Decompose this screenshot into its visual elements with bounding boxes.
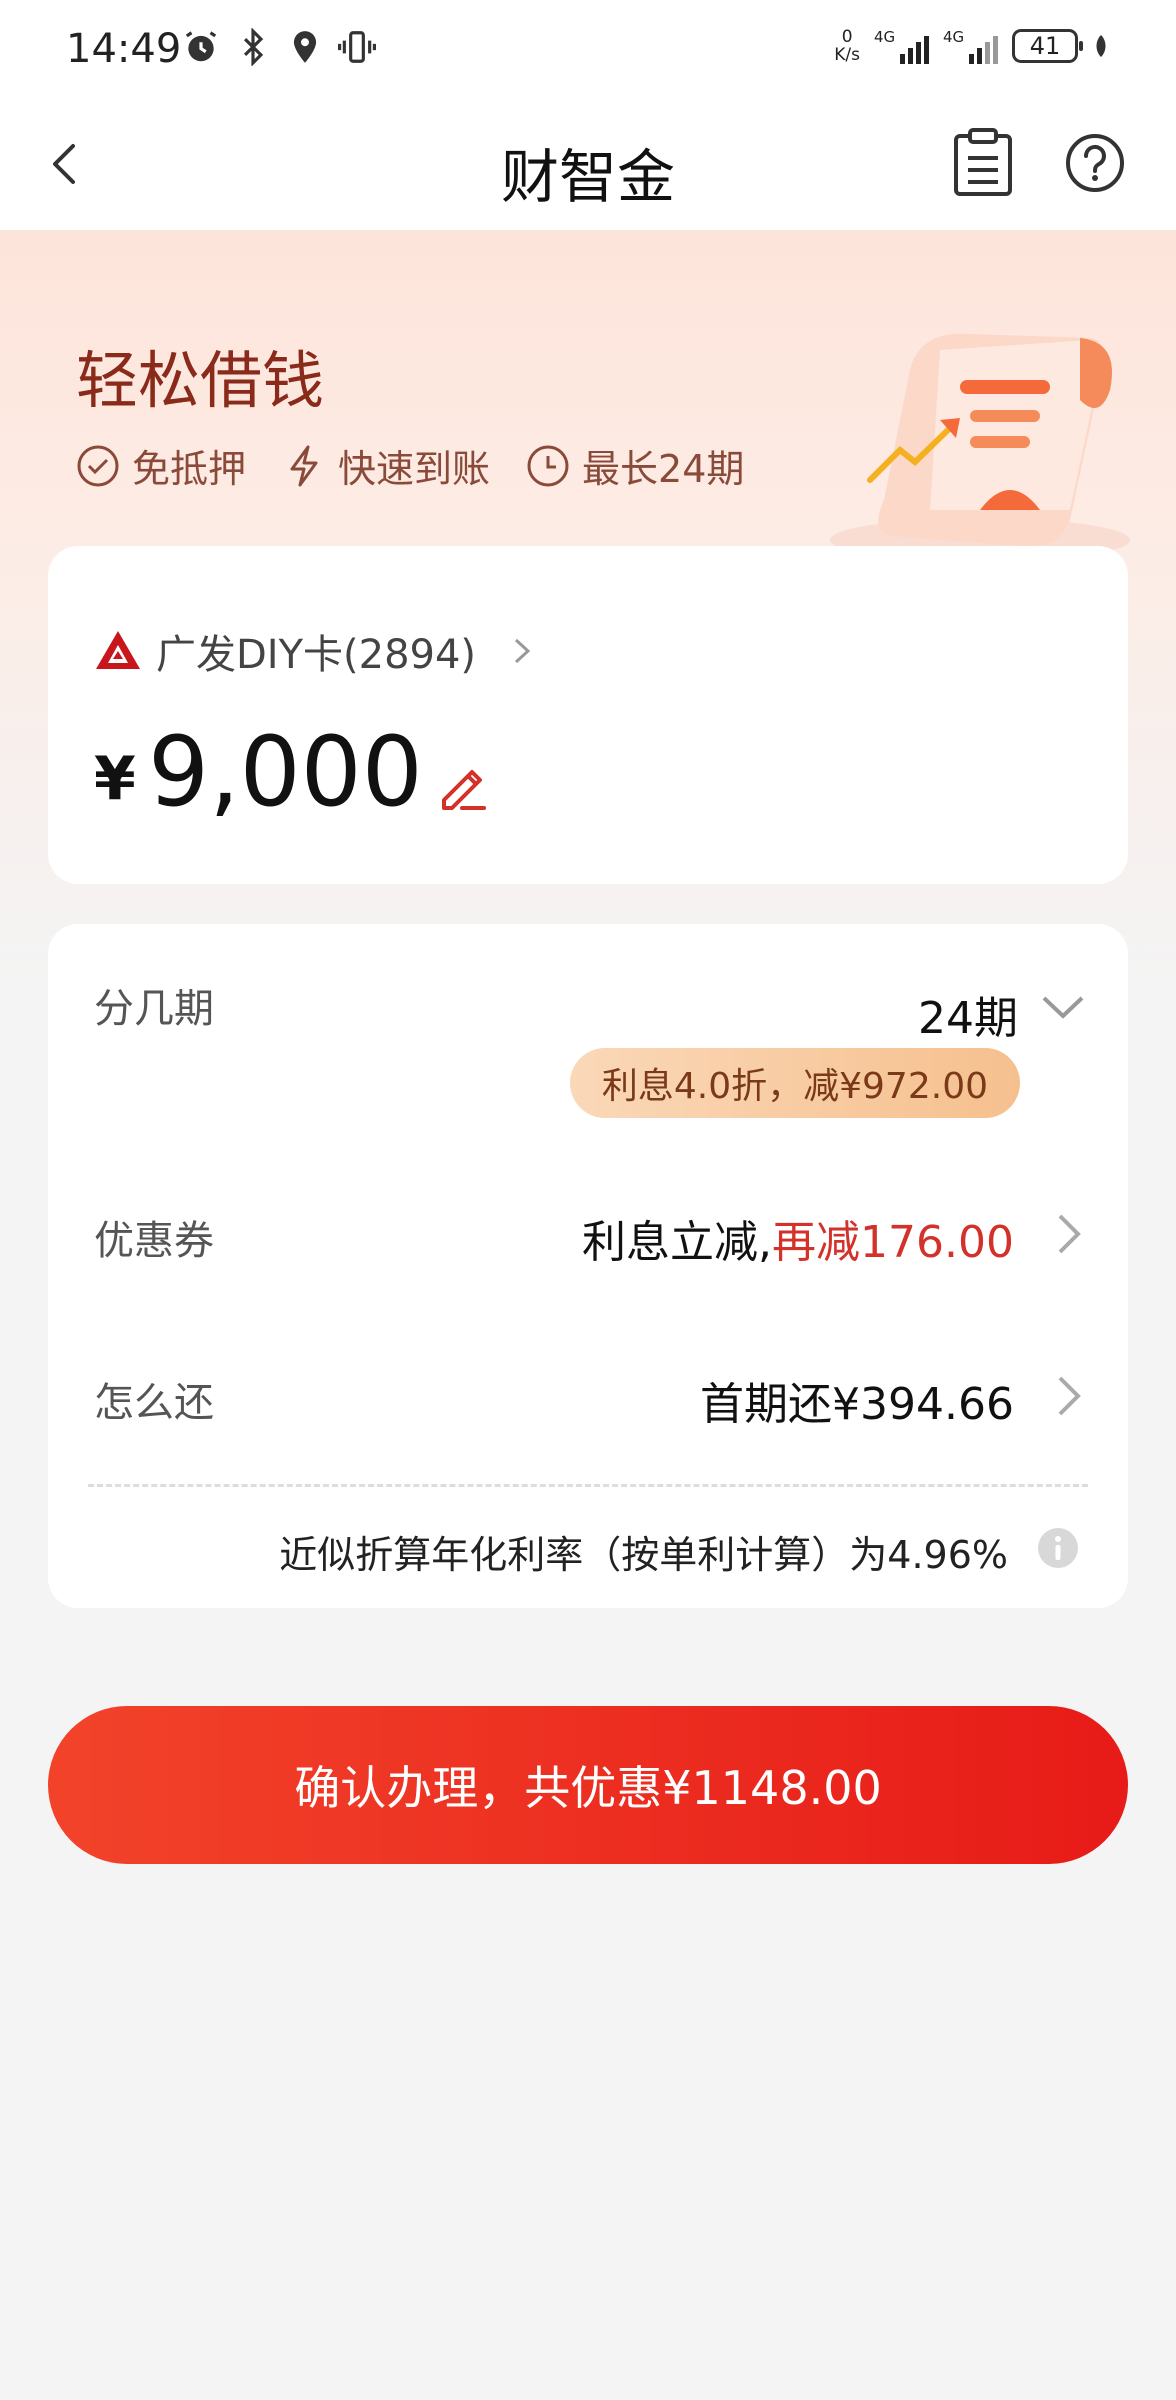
loan-amount: 9,000 bbox=[148, 716, 423, 828]
term-value[interactable]: 24期 bbox=[918, 982, 1018, 1046]
clock-icon bbox=[527, 445, 569, 486]
chevron-right-icon[interactable] bbox=[1054, 1374, 1084, 1418]
hero-title: 轻松借钱 bbox=[76, 344, 325, 417]
hero-features: 免抵押 快速到账 最长24期 bbox=[76, 438, 744, 493]
coupon-label: 优惠券 bbox=[94, 1218, 214, 1264]
bill-illustration bbox=[830, 333, 1130, 562]
term-label: 分几期 bbox=[94, 986, 214, 1032]
net-speed-unit: K/s bbox=[834, 45, 860, 65]
feature-label: 最长24期 bbox=[582, 447, 745, 491]
confirm-button[interactable]: 确认办理，共优惠¥1148.00 bbox=[48, 1706, 1128, 1864]
feature-label: 免抵押 bbox=[132, 447, 247, 491]
network-speed: 0 K/s bbox=[834, 28, 860, 64]
bluetooth-icon bbox=[243, 28, 264, 66]
battery-icon: 41 bbox=[1012, 29, 1083, 63]
bank-logo-icon bbox=[96, 631, 140, 669]
info-icon[interactable] bbox=[1036, 1526, 1080, 1570]
status-right: 0 K/s 4G 4G 41 bbox=[834, 28, 1110, 64]
repayment-value: 首期还¥394.66 bbox=[700, 1379, 1014, 1430]
currency-symbol: ¥ bbox=[94, 744, 136, 814]
repayment-label: 怎么还 bbox=[94, 1380, 214, 1426]
rate-info-card: 近似折算年化利率（按单利计算）为4.96% bbox=[48, 1484, 1128, 1608]
lightning-icon bbox=[290, 445, 318, 486]
amount-card: 广发DIY卡(2894) ¥ 9,000 bbox=[48, 546, 1128, 884]
status-icons bbox=[182, 28, 376, 66]
alarm-icon bbox=[185, 31, 217, 62]
net-speed-value: 0 bbox=[841, 27, 853, 47]
feature-item: 最长24期 bbox=[526, 438, 744, 493]
signal-label: 4G bbox=[874, 28, 896, 46]
power-saving-icon bbox=[1096, 35, 1106, 57]
chevron-down-icon[interactable] bbox=[1038, 990, 1088, 1026]
feature-item: 免抵押 bbox=[76, 438, 246, 493]
signal-label: 4G bbox=[943, 28, 965, 46]
document-icon[interactable] bbox=[950, 128, 1016, 198]
loan-options-card: 分几期 24期 利息4.0折，减¥972.00 优惠券 利息立减,再减176.0… bbox=[48, 924, 1128, 1484]
page: 14:49 0 K/s 4G 4G 41 财智金 轻松借钱 免抵押 快速到账 最… bbox=[0, 0, 1176, 2400]
feature-label: 快速到账 bbox=[338, 447, 491, 491]
signal-icon: 4G bbox=[943, 28, 998, 64]
signal-icon: 4G bbox=[874, 28, 929, 64]
status-time: 14:49 bbox=[66, 26, 182, 72]
location-icon bbox=[293, 31, 317, 63]
chevron-right-icon[interactable] bbox=[1054, 1212, 1084, 1256]
dashed-divider bbox=[88, 1484, 1088, 1487]
nav-bar: 财智金 bbox=[0, 100, 1176, 230]
vibrate-icon bbox=[338, 31, 376, 63]
bank-card-name: 广发DIY卡(2894) bbox=[156, 632, 477, 678]
coupon-value-highlight: 再减176.00 bbox=[772, 1217, 1014, 1268]
status-bar: 14:49 0 K/s 4G 4G 41 bbox=[0, 0, 1176, 100]
check-circle-icon bbox=[77, 445, 119, 486]
edit-icon[interactable] bbox=[432, 756, 492, 816]
feature-item: 快速到账 bbox=[282, 438, 490, 493]
help-icon[interactable] bbox=[1064, 132, 1126, 194]
bank-card-selector[interactable]: 广发DIY卡(2894) bbox=[94, 622, 534, 680]
annual-rate-text: 近似折算年化利率（按单利计算）为4.96% bbox=[279, 1533, 1008, 1577]
coupon-value-prefix: 利息立减, bbox=[582, 1217, 773, 1268]
chevron-right-icon bbox=[515, 638, 531, 664]
interest-discount-badge: 利息4.0折，减¥972.00 bbox=[569, 1048, 1020, 1118]
coupon-value: 利息立减,再减176.00 bbox=[582, 1206, 1014, 1270]
